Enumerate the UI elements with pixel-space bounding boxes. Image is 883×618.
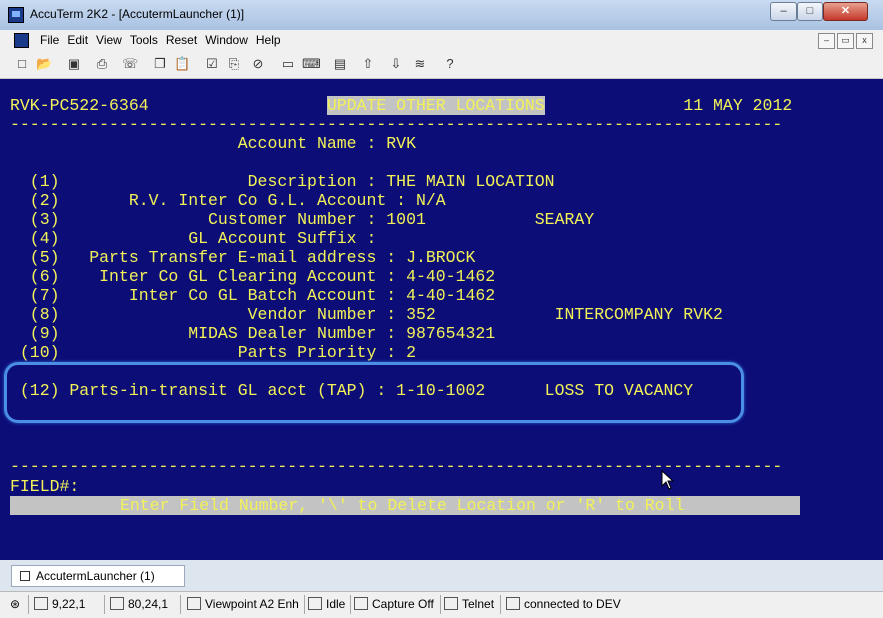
status-screen-size: 80,24,1 — [110, 595, 168, 614]
mdi-restore-button[interactable]: ▭ — [837, 33, 854, 49]
download-icon[interactable]: ⇩ — [388, 56, 404, 72]
screen-icon — [34, 597, 48, 610]
status-connection: connected to DEV — [506, 595, 621, 614]
network-icon — [444, 597, 458, 610]
paste-icon[interactable]: 📋 — [174, 56, 190, 72]
minimize-button[interactable]: – — [770, 2, 797, 21]
header-line: RVK-PC522-6364 UPDATE OTHER LOCATIONS 11… — [10, 96, 803, 115]
field-line-9: (9) MIDAS Dealer Number : 987654321 — [10, 324, 496, 343]
printer-icon — [308, 597, 322, 610]
field-line-1: (1) Description : THE MAIN LOCATION — [10, 172, 555, 191]
connection-icon — [506, 597, 520, 610]
field-line-4: (4) GL Account Suffix : — [10, 229, 377, 248]
mdi-controls: – ▭ x — [818, 33, 873, 49]
menu-tools[interactable]: Tools — [126, 33, 162, 47]
help-icon[interactable]: ? — [442, 56, 458, 72]
stop-icon[interactable]: ⊘ — [250, 56, 266, 72]
document-icon[interactable] — [14, 33, 29, 48]
field-line-8: (8) Vendor Number : 352 INTERCOMPANY RVK… — [10, 305, 723, 324]
account-name-line: Account Name : RVK — [10, 134, 416, 153]
screen-title: UPDATE OTHER LOCATIONS — [326, 96, 545, 115]
keyboard-icon[interactable]: ⌨ — [302, 56, 321, 72]
capture-icon — [354, 597, 368, 610]
save-icon[interactable]: ▣ — [66, 56, 82, 72]
status-capture[interactable]: Capture Off — [354, 595, 434, 614]
settings-icon[interactable]: ☑ — [204, 56, 220, 72]
status-cursor-position: 9,22,1 — [34, 595, 85, 614]
capture-icon[interactable]: ⎘ — [226, 56, 242, 72]
status-state: Idle — [308, 595, 345, 614]
screen-icon — [110, 597, 124, 610]
phone-icon[interactable]: ☏ — [122, 56, 138, 72]
app-icon[interactable] — [8, 7, 24, 23]
open-icon[interactable]: 📂 — [36, 56, 52, 72]
macro-icon[interactable]: ▤ — [332, 56, 348, 72]
menu-file[interactable]: File — [36, 33, 63, 47]
window-icon — [20, 571, 30, 581]
field-line-5: (5) Parts Transfer E-mail address : J.BR… — [10, 248, 476, 267]
highlight-annotation — [4, 362, 744, 423]
mdi-minimize-button[interactable]: – — [818, 33, 835, 49]
field-line-10: (10) Parts Priority : 2 — [10, 343, 416, 362]
field-line-6: (6) Inter Co GL Clearing Account : 4-40-… — [10, 267, 496, 286]
field-prompt: FIELD#: — [10, 477, 80, 496]
status-connect-icon[interactable]: ⊛ — [10, 595, 20, 614]
screen-icon[interactable]: ▭ — [280, 56, 296, 72]
menu-window[interactable]: Window — [201, 33, 252, 47]
title-bar: AccuTerm 2K2 - [AccutermLauncher (1)] – … — [0, 0, 883, 31]
status-bar: ⊛ 9,22,1 80,24,1 Viewpoint A2 Enh Idle C… — [0, 591, 883, 618]
session-tab[interactable]: AccutermLauncher (1) — [11, 565, 185, 587]
new-icon[interactable]: □ — [14, 56, 30, 72]
maximize-button[interactable]: □ — [797, 2, 823, 21]
field-line-3: (3) Customer Number : 1001 SEARAY — [10, 210, 595, 229]
upload-icon[interactable]: ⇧ — [360, 56, 376, 72]
field-line-7: (7) Inter Co GL Batch Account : 4-40-146… — [10, 286, 496, 305]
separator-line: ----------------------------------------… — [10, 115, 783, 134]
status-protocol: Telnet — [444, 595, 494, 614]
status-emulation[interactable]: Viewpoint A2 Enh — [187, 595, 299, 614]
copy-icon[interactable]: ❐ — [152, 56, 168, 72]
terminal-icon — [187, 597, 201, 610]
menu-help[interactable]: Help — [252, 33, 285, 47]
help-message-bar: Enter Field Number, '\' to Delete Locati… — [10, 496, 800, 515]
print-icon[interactable]: ⎙ — [94, 56, 110, 72]
window-title: AccuTerm 2K2 - [AccutermLauncher (1)] — [30, 7, 245, 21]
script-icon[interactable]: ≋ — [412, 56, 428, 72]
field-line-2: (2) R.V. Inter Co G.L. Account : N/A — [10, 191, 446, 210]
session-tab-bar: AccutermLauncher (1) — [0, 560, 883, 591]
toolbar: □ 📂 ▣ ⎙ ☏ ❐ 📋 ☑ ⎘ ⊘ ▭ ⌨ ▤ ⇧ ⇩ ≋ ? — [0, 52, 883, 79]
terminal-screen[interactable]: RVK-PC522-6364 UPDATE OTHER LOCATIONS 11… — [0, 79, 883, 560]
menu-view[interactable]: View — [92, 33, 126, 47]
menu-items: File Edit View Tools Reset Window Help — [36, 33, 285, 47]
menu-reset[interactable]: Reset — [162, 33, 201, 47]
close-button[interactable]: ✕ — [823, 2, 868, 21]
menu-bar: File Edit View Tools Reset Window Help –… — [0, 30, 883, 53]
mdi-close-button[interactable]: x — [856, 33, 873, 49]
help-message: Enter Field Number, '\' to Delete Locati… — [120, 496, 685, 515]
menu-edit[interactable]: Edit — [63, 33, 92, 47]
